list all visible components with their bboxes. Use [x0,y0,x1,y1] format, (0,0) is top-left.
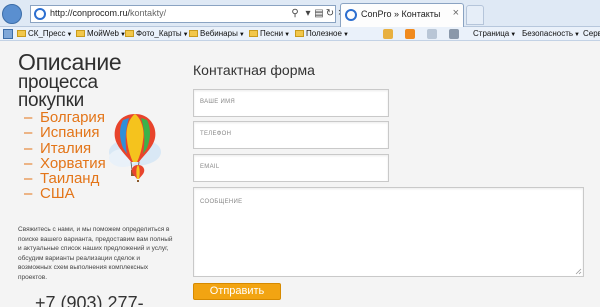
favorite-item[interactable]: Песни▼ [249,27,290,40]
address-bar-row: http://conprocom.ru/kontakty/ ⚲ ▾ ▤ ↻ × … [0,0,600,27]
favorite-item[interactable]: Полезное▼ [295,27,349,40]
name-placeholder: ВАШЕ ИМЯ [200,99,236,105]
country-link[interactable]: – Испания [24,125,106,141]
resize-grip-icon[interactable] [574,267,582,275]
folder-icon [295,30,304,37]
favorite-item[interactable]: МойWeb▼ [76,27,126,40]
service-menu[interactable]: Серв [583,27,600,40]
tab-close-icon[interactable]: × [453,7,459,19]
country-list: – Болгария – Испания – Италия – Хорватия – Та… [24,110,106,202]
folder-icon [17,30,26,37]
safety-menu[interactable]: Безопасность▼ [522,27,580,40]
heading-line-3: покупки [18,90,84,111]
phone-placeholder: ТЕЛЕФОН [200,131,232,137]
back-button[interactable] [2,4,22,24]
country-link[interactable]: – Италия [24,140,106,156]
mail-icon[interactable] [427,29,437,39]
favorites-star-icon[interactable] [3,29,13,39]
country-link[interactable]: – Болгария [24,110,106,126]
folder-icon [189,30,198,37]
tab-title: ConPro » Контакты [361,9,441,19]
new-tab-button[interactable] [466,5,484,25]
country-link[interactable]: – США [24,186,106,202]
search-icon[interactable]: ⚲ [289,7,301,21]
section-heading: Описание процесса покупки [18,51,122,111]
small-balloon-icon [131,165,145,182]
folder-icon [76,30,85,37]
rss-icon[interactable] [405,29,415,39]
favorites-bar: СК_Пресс▼ МойWeb▼ Фото_Карты▼ Вебинары▼ … [0,27,600,41]
url-text: http://conprocom.ru/kontakty/ [50,8,166,18]
tab-contacts[interactable]: ConPro » Контакты × [340,3,464,27]
page-menu[interactable]: Страница▼ [473,27,516,40]
url-path: kontakty/ [130,8,167,18]
refresh-icon[interactable]: ↻ [324,7,336,21]
country-link[interactable]: – Хорватия [24,156,106,172]
phone-field[interactable]: ТЕЛЕФОН [193,121,389,149]
favorite-item[interactable]: СК_Пресс▼ [17,27,73,40]
print-icon[interactable] [449,29,459,39]
tab-favicon-icon [345,9,357,21]
url-field[interactable]: http://conprocom.ru/kontakty/ ⚲ ▾ ▤ ↻ [30,5,336,23]
ie-favicon-icon [34,8,46,20]
folder-icon [125,30,134,37]
email-placeholder: EMAIL [200,164,220,170]
country-link[interactable]: – Таиланд [24,171,106,187]
favorite-item[interactable]: Фото_Карты▼ [125,27,189,40]
favorite-item[interactable]: Вебинары▼ [189,27,245,40]
form-title: Контактная форма [193,62,315,78]
email-field[interactable]: EMAIL [193,154,389,182]
contact-description: Свяжитесь с нами, и мы поможем определит… [18,226,173,281]
submit-button[interactable]: Отправить [193,283,281,300]
home-icon[interactable] [383,29,393,39]
name-field[interactable]: ВАШЕ ИМЯ [193,89,389,117]
url-domain: http://conprocom.ru/ [50,8,131,18]
message-textarea[interactable]: СООБЩЕНИЕ [193,187,584,277]
folder-icon [249,30,258,37]
phone-number: +7 (903) 277- [35,293,144,307]
message-placeholder: СООБЩЕНИЕ [200,199,243,205]
